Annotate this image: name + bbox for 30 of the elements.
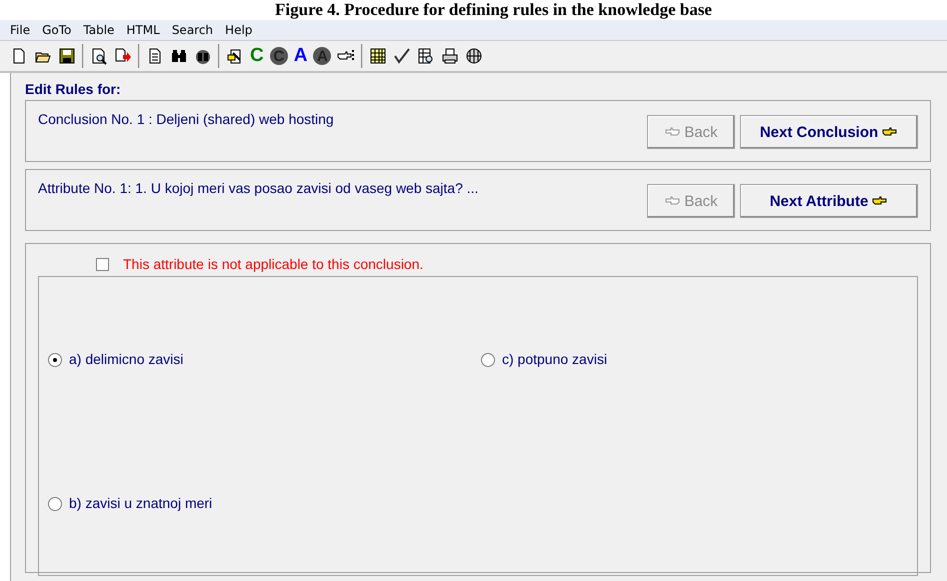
next-button[interactable]: Next Conclusion [740, 115, 918, 149]
binoculars-icon[interactable] [170, 47, 188, 65]
info-text: Attribute No. 1: 1. U kojoj meri vas posao zavisi od vaseg web sajta? ... [38, 180, 478, 198]
figure-caption: Figure 4. Procedure for defining rules in the knowledge base [274, 0, 712, 20]
radio-button[interactable] [48, 497, 62, 511]
radio-button[interactable] [481, 353, 495, 367]
next-button[interactable]: Next Attribute [740, 184, 918, 218]
toolbar-letter-icon[interactable]: A [294, 47, 308, 65]
menu-item[interactable]: HTML [120, 23, 166, 37]
option-label: c) potpuno zavisi [502, 351, 608, 367]
menu-item[interactable]: File [4, 23, 36, 37]
toolbar-letter-icon[interactable]: C [250, 47, 264, 65]
printer-icon[interactable] [441, 47, 460, 65]
option-label: b) zavisi u znatnoj meri [69, 495, 212, 511]
section-heading: Edit Rules for: [25, 81, 122, 97]
globe-icon[interactable] [465, 47, 484, 65]
menu-item[interactable]: Help [219, 23, 258, 37]
checkbox[interactable] [96, 258, 109, 270]
preview-icon[interactable] [90, 47, 108, 65]
info-text: Conclusion No. 1 : Deljeni (shared) web hosting [38, 111, 334, 129]
radio-button[interactable] [48, 353, 62, 367]
table-search-icon[interactable] [417, 47, 436, 65]
option-label: a) delimicno zavisi [69, 351, 184, 367]
menu-item[interactable]: GoTo [36, 23, 78, 37]
menu-item[interactable]: Search [166, 23, 220, 37]
menu-item[interactable]: Table [77, 23, 120, 37]
grid-icon[interactable] [369, 47, 388, 65]
check-icon[interactable] [393, 47, 412, 65]
save-icon[interactable] [58, 47, 76, 65]
checkbox-label: This attribute is not applicable to this conclusion. [123, 256, 424, 272]
